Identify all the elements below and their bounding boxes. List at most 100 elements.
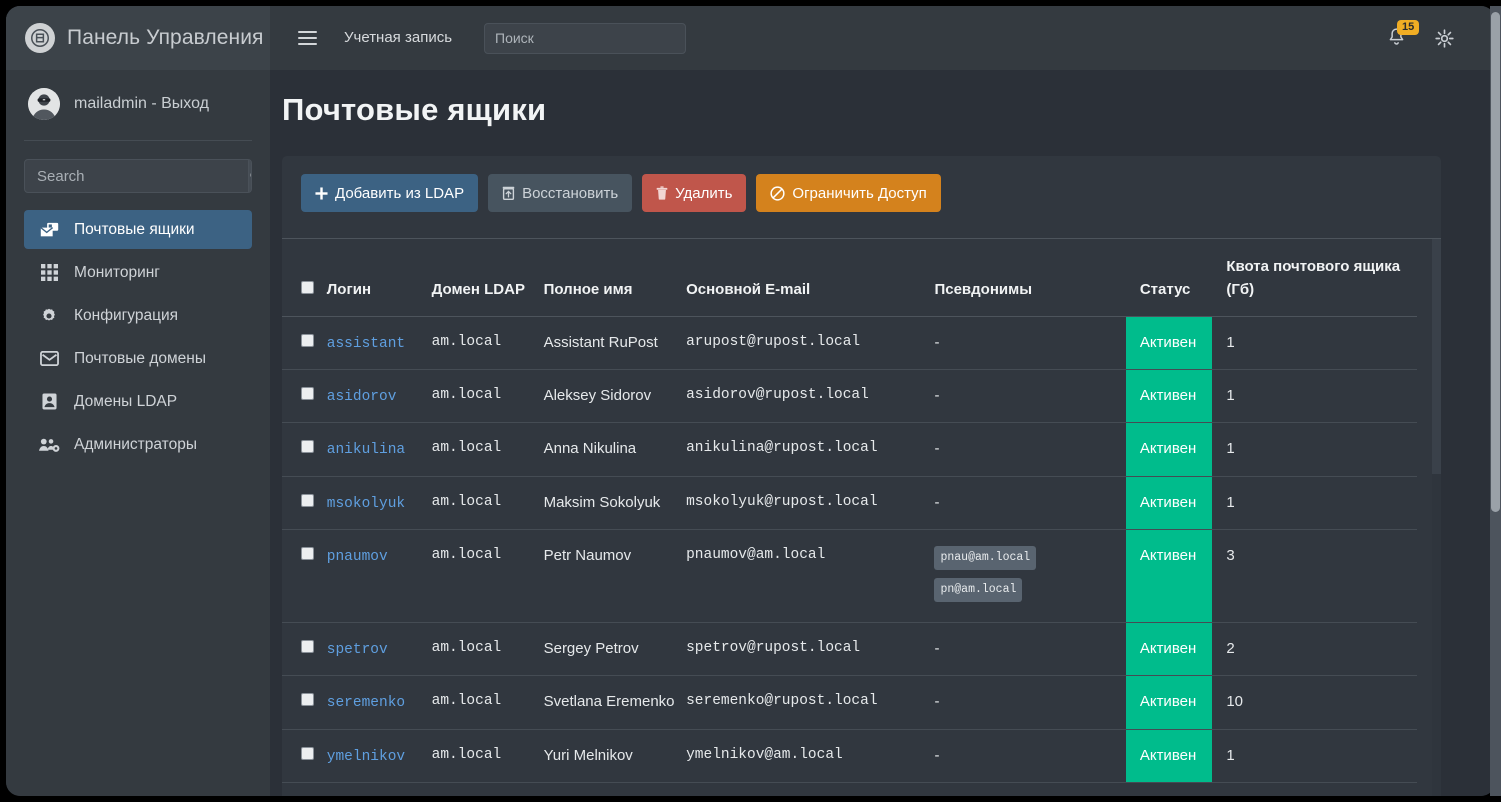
login-link[interactable]: spetrov xyxy=(327,642,388,658)
page-scrollbar[interactable] xyxy=(1490,6,1501,796)
cell-aliases: pnau@am.localpn@am.local xyxy=(934,530,1125,623)
row-checkbox[interactable] xyxy=(301,693,314,706)
login-link[interactable]: ymelnikov xyxy=(327,749,405,765)
cell-login: pnaumov xyxy=(327,530,432,623)
cell-status: Активен xyxy=(1126,623,1213,676)
gear-icon xyxy=(1434,28,1455,49)
nav-account-link[interactable]: Учетная запись xyxy=(330,6,466,70)
sidebar-item-configuration[interactable]: Конфигурация xyxy=(24,296,252,335)
column-header-aliases[interactable]: Псевдонимы xyxy=(934,239,1125,316)
restrict-access-button[interactable]: Ограничить Доступ xyxy=(756,174,940,212)
table-scrollbar-thumb[interactable] xyxy=(1432,239,1441,474)
notifications-button[interactable]: 15 xyxy=(1386,26,1408,50)
login-link[interactable]: assistant xyxy=(327,336,405,352)
login-link[interactable]: pnaumov xyxy=(327,549,388,565)
cell-login: anikulina xyxy=(327,423,432,476)
restore-button[interactable]: Восстановить xyxy=(488,174,632,212)
row-checkbox[interactable] xyxy=(301,640,314,653)
row-checkbox[interactable] xyxy=(301,334,314,347)
column-header-email[interactable]: Основной E-mail xyxy=(686,239,934,316)
cell-email: seremenko@rupost.local xyxy=(686,676,934,729)
sidebar-search-button[interactable] xyxy=(248,160,252,192)
top-search-box[interactable] xyxy=(484,23,686,54)
table-row[interactable]: assistantam.localAssistant RuPostarupost… xyxy=(282,316,1417,369)
sidebar-user-box[interactable]: mailadmin - Выход xyxy=(24,70,252,141)
top-bar: Панель Управления Учетная запись xyxy=(6,6,1495,70)
sidebar-search-input[interactable] xyxy=(25,160,248,192)
table-row[interactable]: seremenkoam.localSvetlana Eremenkosereme… xyxy=(282,676,1417,729)
add-from-ldap-button[interactable]: Добавить из LDAP xyxy=(301,174,478,212)
cell-login: assistant xyxy=(327,316,432,369)
alias-badge: pnau@am.local xyxy=(934,546,1036,570)
cell-status: Активен xyxy=(1126,729,1213,782)
sidebar-item-ldap-domains[interactable]: Домены LDAP xyxy=(24,382,252,421)
table-row[interactable]: anikulinaam.localAnna Nikulinaanikulina@… xyxy=(282,423,1417,476)
sidebar-search-box[interactable] xyxy=(24,159,252,193)
cell-quota: 10 xyxy=(1212,676,1417,729)
aliases-empty: - xyxy=(934,440,939,457)
cell-status: Активен xyxy=(1126,369,1213,422)
cell-email: pnaumov@am.local xyxy=(686,530,934,623)
cell-quota: 1 xyxy=(1212,369,1417,422)
status-badge: Активен xyxy=(1126,423,1213,474)
aliases-empty: - xyxy=(934,747,939,764)
cell-login: ymelnikov xyxy=(327,729,432,782)
cell-ldap-domain: am.local xyxy=(432,530,544,623)
top-nav: Учетная запись xyxy=(270,6,1386,70)
table-row[interactable]: pnaumovam.localPetr Naumovpnaumov@am.loc… xyxy=(282,530,1417,623)
row-select-cell xyxy=(282,316,327,369)
row-checkbox[interactable] xyxy=(301,387,314,400)
sidebar-username-label: mailadmin - Выход xyxy=(74,95,209,113)
row-select-cell xyxy=(282,476,327,529)
login-link[interactable]: anikulina xyxy=(327,442,405,458)
cell-email: arupost@rupost.local xyxy=(686,316,934,369)
column-header-ldap-domain[interactable]: Домен LDAP xyxy=(432,239,544,316)
page-title: Почтовые ящики xyxy=(270,70,1495,128)
row-checkbox[interactable] xyxy=(301,747,314,760)
users-cog-icon xyxy=(38,437,60,453)
table-row[interactable]: spetrovam.localSergey Petrovspetrov@rupo… xyxy=(282,623,1417,676)
top-search-input[interactable] xyxy=(485,24,686,53)
column-header-status[interactable]: Статус xyxy=(1126,239,1213,316)
sidebar-item-mail-domains[interactable]: Почтовые домены xyxy=(24,339,252,378)
cell-full-name: Assistant RuPost xyxy=(544,316,687,369)
row-checkbox[interactable] xyxy=(301,440,314,453)
table-row[interactable]: ymelnikovam.localYuri Melnikovymelnikov@… xyxy=(282,729,1417,782)
gear-icon xyxy=(38,307,60,325)
login-link[interactable]: msokolyuk xyxy=(327,496,405,512)
cell-quota: 1 xyxy=(1212,423,1417,476)
row-checkbox[interactable] xyxy=(301,494,314,507)
brand-area[interactable]: Панель Управления xyxy=(6,6,270,70)
table-row[interactable]: msokolyukam.localMaksim Sokolyukmsokolyu… xyxy=(282,476,1417,529)
login-link[interactable]: seremenko xyxy=(327,695,405,711)
hamburger-menu-icon[interactable] xyxy=(284,6,330,70)
sidebar-item-administrators[interactable]: Администраторы xyxy=(24,425,252,464)
column-header-full-name[interactable]: Полное имя xyxy=(544,239,687,316)
column-header-login[interactable]: Логин xyxy=(327,239,432,316)
cell-ldap-domain: am.local xyxy=(432,369,544,422)
sidebar-item-monitoring[interactable]: Мониторинг xyxy=(24,253,252,292)
table-scrollbar[interactable] xyxy=(1432,239,1441,796)
sidebar-item-mailboxes[interactable]: Почтовые ящики xyxy=(24,210,252,249)
cell-aliases: - xyxy=(934,423,1125,476)
notification-count-badge: 15 xyxy=(1397,20,1419,35)
envelope-icon xyxy=(38,351,60,366)
cell-full-name: Anna Nikulina xyxy=(544,423,687,476)
cell-ldap-domain: am.local xyxy=(432,729,544,782)
cell-full-name: Aleksey Sidorov xyxy=(544,369,687,422)
login-link[interactable]: asidorov xyxy=(327,389,397,405)
aliases-empty: - xyxy=(934,640,939,657)
cell-status: Активен xyxy=(1126,676,1213,729)
aliases-empty: - xyxy=(934,334,939,351)
row-select-cell xyxy=(282,676,327,729)
page-scrollbar-thumb[interactable] xyxy=(1491,12,1500,512)
column-header-quota[interactable]: Квота почтового ящика (Гб) xyxy=(1212,239,1417,316)
select-all-checkbox[interactable] xyxy=(301,281,314,294)
table-row[interactable]: asidorovam.localAleksey Sidorovasidorov@… xyxy=(282,369,1417,422)
cell-ldap-domain: am.local xyxy=(432,423,544,476)
settings-button[interactable] xyxy=(1434,28,1455,49)
row-checkbox[interactable] xyxy=(301,547,314,560)
cell-quota: 2 xyxy=(1212,623,1417,676)
sidebar-menu: Почтовые ящики Мониторинг xyxy=(24,210,252,464)
delete-button[interactable]: Удалить xyxy=(642,174,746,212)
